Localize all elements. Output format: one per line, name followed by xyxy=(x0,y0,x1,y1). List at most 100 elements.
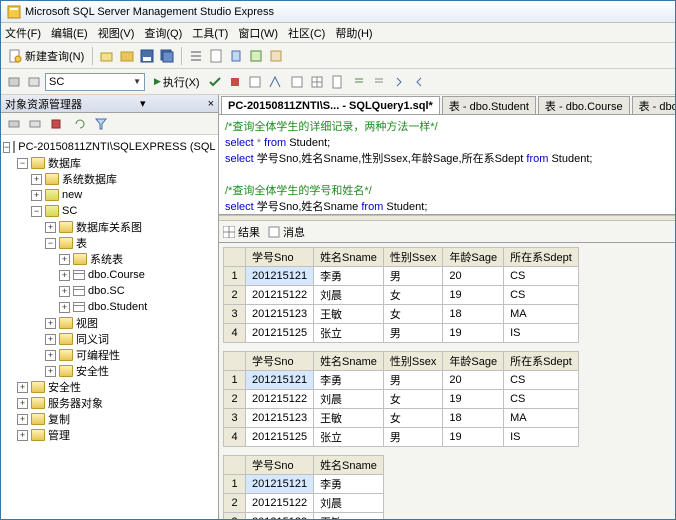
cell[interactable]: 刘晨 xyxy=(314,390,384,409)
cell[interactable]: 201215125 xyxy=(246,324,314,343)
collapse-icon[interactable]: − xyxy=(3,142,10,153)
cell[interactable]: 18 xyxy=(443,305,504,324)
results-file-icon[interactable] xyxy=(328,73,346,91)
cell[interactable]: 李勇 xyxy=(314,371,384,390)
table-row[interactable]: 4201215125张立男19IS xyxy=(224,428,579,447)
table-row[interactable]: 3201215123王敏女18MA xyxy=(224,409,579,428)
cell[interactable]: CS xyxy=(504,267,579,286)
cell[interactable]: 男 xyxy=(383,371,442,390)
cell[interactable]: 张立 xyxy=(314,324,384,343)
connect-icon[interactable] xyxy=(5,73,23,91)
check-icon[interactable] xyxy=(206,73,224,91)
uncomment-icon[interactable] xyxy=(370,73,388,91)
tree-synonym[interactable]: +同义词 xyxy=(3,331,216,347)
menu-view[interactable]: 视图(V) xyxy=(98,25,135,41)
results-tab[interactable]: 结果 xyxy=(223,224,260,240)
tree-databases[interactable]: −数据库 xyxy=(3,155,216,171)
expand-icon[interactable]: + xyxy=(17,382,28,393)
result-grid-3[interactable]: 学号Sno姓名Sname1201215121李勇2201215122刘晨3201… xyxy=(223,455,384,519)
tree-systables[interactable]: +系统表 xyxy=(3,251,216,267)
menu-query[interactable]: 查询(Q) xyxy=(144,25,182,41)
cell[interactable]: 女 xyxy=(383,286,442,305)
expand-icon[interactable]: + xyxy=(45,350,56,361)
column-header[interactable]: 所在系Sdept xyxy=(504,248,579,267)
column-header[interactable]: 姓名Sname xyxy=(314,352,384,371)
new-query-button[interactable]: 新建查询(N) xyxy=(5,48,87,64)
result-grid-2[interactable]: 学号Sno姓名Sname性别Ssex年龄Sage所在系Sdept12012151… xyxy=(223,351,579,447)
comment-icon[interactable] xyxy=(350,73,368,91)
tree-tables[interactable]: −表 xyxy=(3,235,216,251)
cell[interactable]: 201215121 xyxy=(246,267,314,286)
cell[interactable]: 20 xyxy=(443,267,504,286)
tab-student[interactable]: 表 - dbo.Student xyxy=(442,96,536,114)
cell[interactable]: 201215121 xyxy=(246,371,314,390)
cell[interactable]: 201215123 xyxy=(246,409,314,428)
table-row[interactable]: 2201215122刘晨女19CS xyxy=(224,390,579,409)
tree-table-sc[interactable]: +dbo.SC xyxy=(3,283,216,299)
cell[interactable]: 刘晨 xyxy=(314,494,384,513)
cell[interactable]: 李勇 xyxy=(314,267,384,286)
collapse-icon[interactable]: − xyxy=(31,206,42,217)
folder-icon[interactable] xyxy=(118,47,136,65)
cell[interactable]: 王敏 xyxy=(314,305,384,324)
cell[interactable]: 张立 xyxy=(314,428,384,447)
collapse-icon[interactable]: − xyxy=(17,158,28,169)
expand-icon[interactable]: + xyxy=(17,414,28,425)
table-row[interactable]: 4201215125张立男19IS xyxy=(224,324,579,343)
change-connection-icon[interactable] xyxy=(25,73,43,91)
cell[interactable]: 刘晨 xyxy=(314,286,384,305)
menu-tools[interactable]: 工具(T) xyxy=(192,25,228,41)
tree-server[interactable]: −PC-20150811ZNTI\SQLEXPRESS (SQL Ser xyxy=(3,139,216,155)
expand-icon[interactable]: + xyxy=(59,302,70,313)
column-header[interactable]: 学号Sno xyxy=(246,456,314,475)
cell[interactable]: 女 xyxy=(383,390,442,409)
object-tree[interactable]: −PC-20150811ZNTI\SQLEXPRESS (SQL Ser −数据… xyxy=(1,135,218,519)
tab-course[interactable]: 表 - dbo.Course xyxy=(538,96,630,114)
execute-button[interactable]: ▶执行(X) xyxy=(150,73,204,91)
tree-table-course[interactable]: +dbo.Course xyxy=(3,267,216,283)
cell[interactable]: 19 xyxy=(443,428,504,447)
table-row[interactable]: 2201215122刘晨 xyxy=(224,494,384,513)
expand-icon[interactable]: + xyxy=(45,366,56,377)
tree-security[interactable]: +安全性 xyxy=(3,363,216,379)
results-text-icon[interactable] xyxy=(288,73,306,91)
indent-icon[interactable] xyxy=(392,73,410,91)
table-row[interactable]: 3201215123王敏 xyxy=(224,513,384,520)
expand-icon[interactable]: + xyxy=(59,286,70,297)
cell[interactable]: 19 xyxy=(443,324,504,343)
plan-icon[interactable] xyxy=(266,73,284,91)
cell[interactable]: 201215125 xyxy=(246,428,314,447)
open-icon[interactable] xyxy=(98,47,116,65)
cell[interactable]: 20 xyxy=(443,371,504,390)
menu-file[interactable]: 文件(F) xyxy=(5,25,41,41)
template-icon[interactable] xyxy=(267,47,285,65)
refresh-icon[interactable] xyxy=(71,115,89,133)
filter-icon[interactable] xyxy=(92,115,110,133)
table-row[interactable]: 2201215122刘晨女19CS xyxy=(224,286,579,305)
table-row[interactable]: 3201215123王敏女18MA xyxy=(224,305,579,324)
tree-prog[interactable]: +可编程性 xyxy=(3,347,216,363)
cell[interactable]: MA xyxy=(504,409,579,428)
expand-icon[interactable]: + xyxy=(17,430,28,441)
cell[interactable]: 女 xyxy=(383,409,442,428)
cell[interactable]: CS xyxy=(504,286,579,305)
cell[interactable]: IS xyxy=(504,428,579,447)
object-explorer-icon[interactable] xyxy=(247,47,265,65)
column-header[interactable]: 学号Sno xyxy=(246,248,314,267)
parse-icon[interactable] xyxy=(246,73,264,91)
pin-icon[interactable]: ▾ xyxy=(140,97,146,110)
cell[interactable]: 女 xyxy=(383,305,442,324)
save-all-icon[interactable] xyxy=(158,47,176,65)
column-header[interactable]: 性别Ssex xyxy=(383,248,442,267)
cell[interactable]: 王敏 xyxy=(314,409,384,428)
table-row[interactable]: 1201215121李勇男20CS xyxy=(224,267,579,286)
cell[interactable]: 201215123 xyxy=(246,513,314,520)
column-header[interactable]: 学号Sno xyxy=(246,352,314,371)
cell[interactable]: 201215121 xyxy=(246,475,314,494)
database-combo[interactable]: SC▼ xyxy=(45,73,145,91)
cell[interactable]: 19 xyxy=(443,286,504,305)
expand-icon[interactable]: + xyxy=(45,334,56,345)
expand-icon[interactable]: + xyxy=(17,398,28,409)
column-header[interactable]: 姓名Sname xyxy=(314,456,384,475)
tree-repl[interactable]: +复制 xyxy=(3,411,216,427)
